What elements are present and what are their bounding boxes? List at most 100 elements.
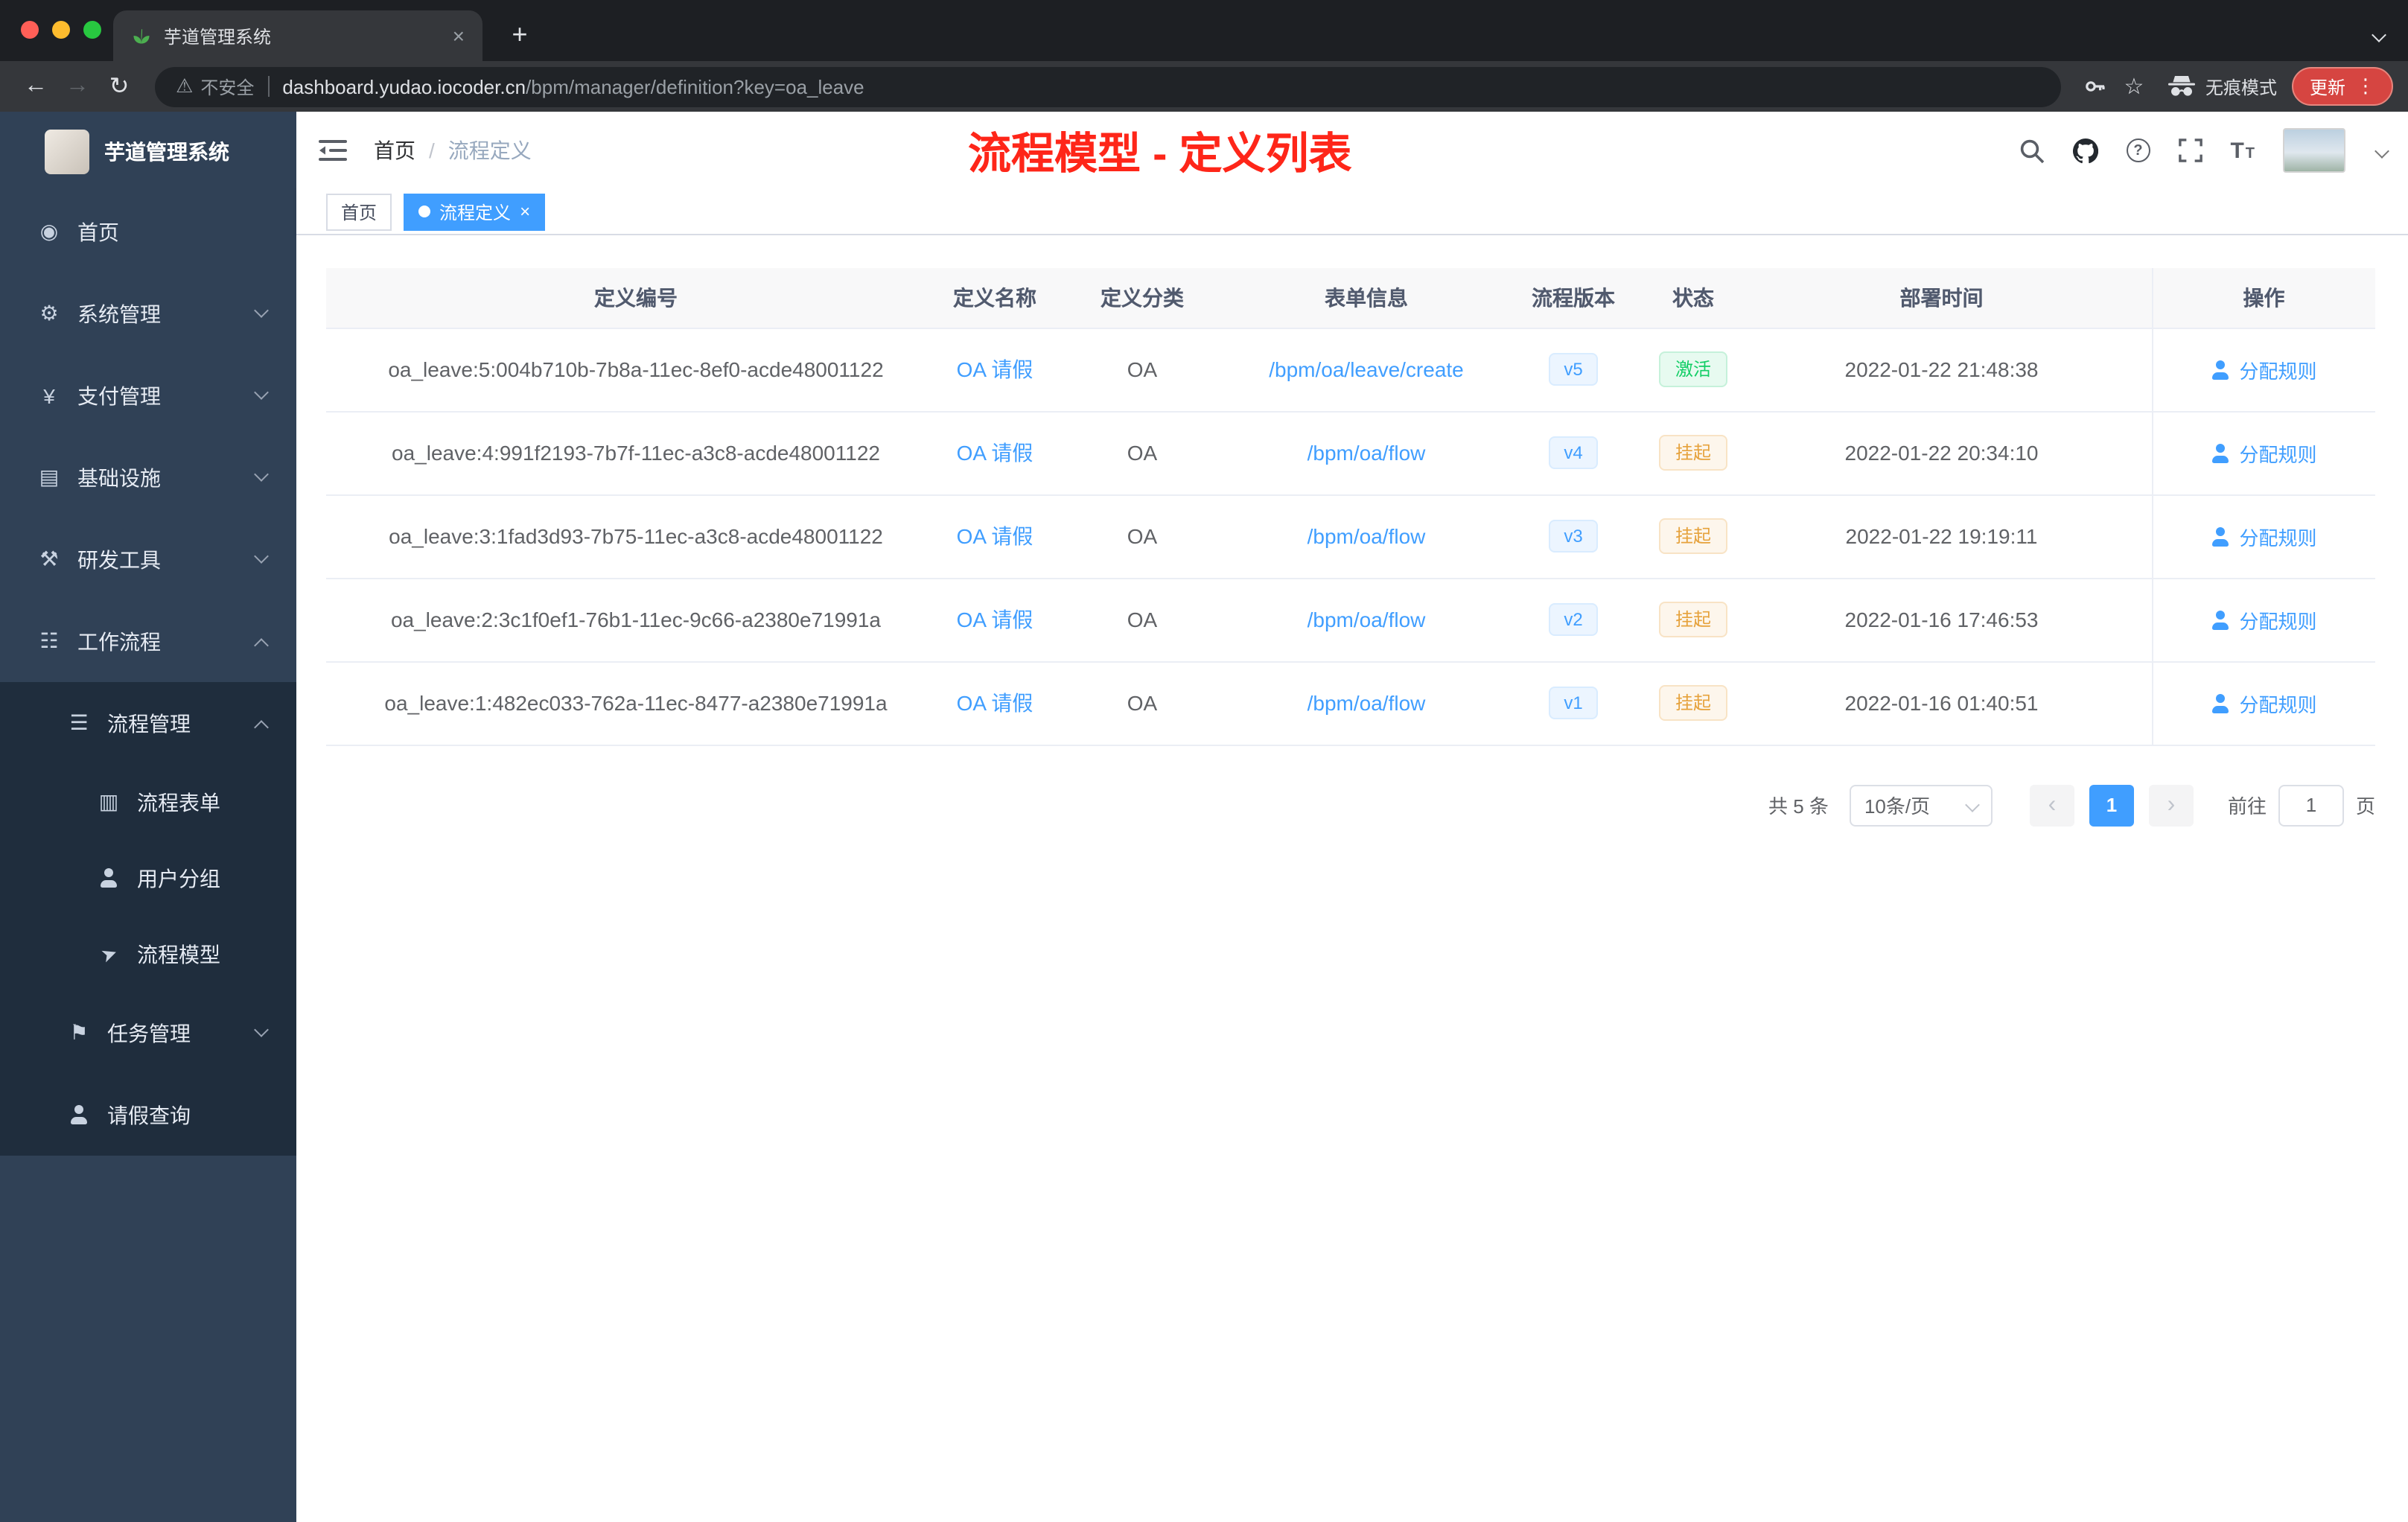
definition-category: OA — [1044, 494, 1240, 579]
definition-id: oa_leave:2:3c1f0ef1-76b1-11ec-9c66-a2380… — [326, 578, 946, 662]
prev-page-button[interactable]: ‹ — [2029, 784, 2074, 826]
status-badge: 挂起 — [1658, 518, 1727, 554]
definition-id: oa_leave:4:991f2193-7b7f-11ec-a3c8-acde4… — [326, 411, 946, 495]
deploy-time: 2022-01-22 21:48:38 — [1732, 328, 2152, 412]
sidebar-item-label: 基础设施 — [77, 465, 161, 489]
avatar-caret-icon[interactable] — [2374, 137, 2389, 164]
hamburger-icon[interactable] — [319, 138, 347, 162]
tag-process-definition[interactable]: 流程定义 × — [404, 193, 546, 230]
column-header-status: 状态 — [1654, 268, 1732, 328]
url-separator — [267, 76, 270, 97]
assign-rule-link[interactable]: 分配规则 — [2211, 522, 2316, 550]
leave-query-user-icon — [66, 1105, 92, 1124]
column-header-time: 部署时间 — [1732, 268, 2152, 328]
definition-name-link[interactable]: OA 请假 — [957, 691, 1033, 715]
browser-tabstrip: 芋道管理系统 × + — [0, 0, 2408, 61]
form-link[interactable]: /bpm/oa/flow — [1307, 524, 1426, 548]
process-management-icon: ☰ — [69, 710, 89, 734]
url-text[interactable]: dashboard.yudao.iocoder.cn/bpm/manager/d… — [282, 75, 864, 98]
deploy-time: 2022-01-16 17:46:53 — [1732, 578, 2152, 662]
breadcrumb-home[interactable]: 首页 — [374, 136, 415, 165]
sidebar-item-infrastructure[interactable]: ▤ 基础设施 — [0, 436, 296, 518]
app-header: 首页 / 流程定义 流程模型 - 定义列表 ? T T — [296, 112, 2408, 189]
assign-rule-link[interactable]: 分配规则 — [2211, 439, 2316, 467]
sidebar-item-system-management[interactable]: ⚙ 系统管理 — [0, 273, 296, 354]
sidebar-item-payment-management[interactable]: ¥ 支付管理 — [0, 354, 296, 436]
tab-close-icon[interactable]: × — [453, 25, 465, 46]
logo-row[interactable]: 芋道管理系统 — [0, 112, 296, 191]
new-tab-button[interactable]: + — [500, 15, 539, 54]
font-size-icon[interactable]: TT — [2230, 138, 2255, 163]
sidebar-item-workflow[interactable]: ☷ 工作流程 — [0, 600, 296, 682]
chevron-down-icon — [254, 302, 269, 317]
definition-id: oa_leave:5:004b710b-7b8a-11ec-8ef0-acde4… — [326, 328, 946, 412]
table-row: oa_leave:5:004b710b-7b8a-11ec-8ef0-acde4… — [326, 328, 2375, 412]
infrastructure-icon: ▤ — [39, 465, 60, 488]
definition-id: oa_leave:3:1fad3d93-7b75-11ec-a3c8-acde4… — [326, 494, 946, 579]
assign-rule-link[interactable]: 分配规则 — [2211, 605, 2316, 634]
sidebar-item-leave-query[interactable]: 请假查询 — [0, 1074, 296, 1156]
breadcrumb-current: 流程定义 — [447, 138, 532, 162]
sidebar-item-label: 请假查询 — [107, 1103, 191, 1127]
security-indicator[interactable]: ⚠ 不安全 — [176, 74, 254, 99]
sidebar: 芋道管理系统 ◉ 首页 ⚙ 系统管理 ¥ 支付管理 ▤ 基础设施 ⚒ 研发工具 … — [0, 112, 296, 1522]
sidebar-item-devtools[interactable]: ⚒ 研发工具 — [0, 518, 296, 600]
table-row: oa_leave:4:991f2193-7b7f-11ec-a3c8-acde4… — [326, 411, 2375, 495]
avatar[interactable] — [2283, 128, 2345, 173]
definition-name-link[interactable]: OA 请假 — [957, 524, 1033, 548]
breadcrumb-separator: / — [429, 138, 435, 162]
tag-home[interactable]: 首页 — [326, 193, 392, 230]
incognito-label: 无痕模式 — [2205, 77, 2277, 98]
sidebar-item-process-management[interactable]: ☰ 流程管理 — [0, 682, 296, 764]
forward-icon[interactable]: → — [57, 66, 98, 107]
sidebar-item-process-form[interactable]: ▥ 流程表单 — [0, 764, 296, 840]
github-icon[interactable] — [2072, 138, 2098, 163]
sidebar-item-home[interactable]: ◉ 首页 — [0, 191, 296, 273]
table-header-row: 定义编号 定义名称 定义分类 表单信息 流程版本 状态 部署时间 操作 — [326, 268, 2375, 328]
workflow-submenu: ☰ 流程管理 ▥ 流程表单 用户分组 ➤ 流程模型 ⚑ 任务管理 请假查询 — [0, 682, 296, 1156]
page-size-select[interactable]: 10条/页 — [1849, 784, 1993, 826]
chevron-down-icon — [254, 548, 269, 563]
sidebar-item-user-group[interactable]: 用户分组 — [0, 840, 296, 916]
sidebar-item-process-model[interactable]: ➤ 流程模型 — [0, 916, 296, 992]
reload-icon[interactable]: ↻ — [98, 66, 140, 107]
assign-rule-link[interactable]: 分配规则 — [2211, 355, 2316, 383]
definition-name-link[interactable]: OA 请假 — [957, 608, 1033, 631]
user-icon — [2211, 526, 2230, 546]
form-link[interactable]: /bpm/oa/flow — [1307, 608, 1426, 631]
browser-tab[interactable]: 芋道管理系统 × — [113, 10, 482, 61]
sidebar-item-label: 研发工具 — [77, 547, 161, 571]
tag-close-icon[interactable]: × — [520, 203, 530, 220]
status-badge: 激活 — [1658, 351, 1727, 387]
definition-name-link[interactable]: OA 请假 — [957, 441, 1033, 465]
search-icon[interactable] — [2019, 138, 2044, 163]
address-bar[interactable]: ⚠ 不安全 dashboard.yudao.iocoder.cn/bpm/man… — [155, 66, 2061, 106]
sidebar-item-task-management[interactable]: ⚑ 任务管理 — [0, 992, 296, 1074]
goto-page-input[interactable] — [2278, 784, 2344, 826]
update-browser-button[interactable]: 更新 ⋮ — [2291, 67, 2393, 106]
form-link[interactable]: /bpm/oa/flow — [1307, 691, 1426, 715]
tab-search-icon[interactable] — [2372, 21, 2386, 48]
sidebar-item-label: 流程管理 — [107, 711, 191, 735]
form-link[interactable]: /bpm/oa/flow — [1307, 441, 1426, 465]
help-icon[interactable]: ? — [2126, 138, 2150, 162]
back-icon[interactable]: ← — [15, 66, 57, 107]
assign-rule-link[interactable]: 分配规则 — [2211, 689, 2316, 717]
minimize-window-button[interactable] — [52, 21, 70, 39]
goto-label: 前往 — [2227, 795, 2267, 818]
pagination: 共 5 条 10条/页 ‹ 1 › 前往 页 — [326, 784, 2375, 826]
column-header-name: 定义名称 — [946, 268, 1044, 328]
key-icon[interactable] — [2076, 67, 2115, 106]
page-number-1[interactable]: 1 — [2089, 784, 2134, 826]
bookmark-star-icon[interactable]: ☆ — [2115, 67, 2153, 106]
definition-id: oa_leave:1:482ec033-762a-11ec-8477-a2380… — [326, 661, 946, 745]
browser-menu-icon[interactable]: ⋮ — [2356, 74, 2375, 98]
definition-name-link[interactable]: OA 请假 — [957, 357, 1033, 381]
status-badge: 挂起 — [1658, 685, 1727, 721]
fullscreen-icon[interactable] — [2178, 138, 2202, 162]
next-page-button[interactable]: › — [2148, 784, 2194, 826]
maximize-window-button[interactable] — [83, 21, 101, 39]
form-link[interactable]: /bpm/oa/leave/create — [1269, 357, 1464, 381]
close-window-button[interactable] — [21, 21, 39, 39]
deploy-time: 2022-01-22 20:34:10 — [1732, 411, 2152, 495]
